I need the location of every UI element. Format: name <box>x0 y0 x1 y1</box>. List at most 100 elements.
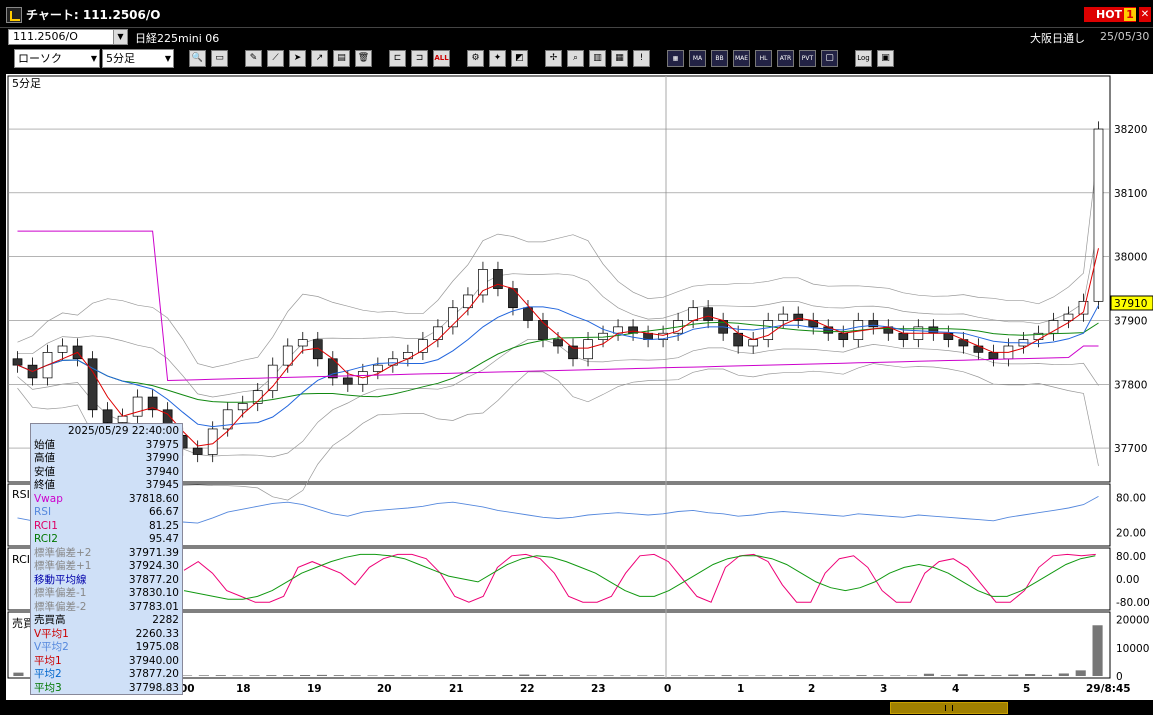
candle-body <box>433 326 443 340</box>
indicator-hl-button[interactable]: HL <box>755 50 772 67</box>
indicator-mae-button[interactable]: MAE <box>733 50 750 67</box>
info-row: V平均2 1975.08 <box>34 641 179 655</box>
candle-right-icon[interactable]: ⊐ <box>411 50 428 67</box>
candle-body <box>117 415 128 423</box>
symbol-code-input[interactable]: 111.2506/O ▼ <box>8 29 128 45</box>
volume-bar <box>907 675 918 676</box>
info-row: 安値 37940 <box>34 466 179 480</box>
volume-bar <box>1092 625 1103 676</box>
axis-tick-label: 80.00 <box>1116 493 1146 505</box>
close-icon[interactable]: ✕ <box>1139 7 1151 22</box>
hot-button[interactable]: HOT 1 <box>1084 7 1136 22</box>
volume-bar <box>654 675 665 676</box>
axis-tick-label: 0 <box>1116 671 1123 683</box>
grid-toggle-icon[interactable]: ▣ <box>877 50 894 67</box>
volume-bar <box>822 675 833 676</box>
axis-tick-label: 10000 <box>1116 643 1149 655</box>
volume-bar <box>772 675 783 676</box>
info-label: 終値 <box>34 479 55 491</box>
rsi-pane-label: RSI <box>12 488 30 501</box>
info-row: RCI1 81.25 <box>34 520 179 534</box>
indicator-atr-button[interactable]: ATR <box>777 50 794 67</box>
volume-bar <box>957 674 968 676</box>
interval-select[interactable]: 5分足 ▼ <box>102 49 174 68</box>
window-titlebar: チャート: 111.2506/O HOT 1 ✕ <box>0 0 1153 28</box>
volume-bar <box>603 675 614 676</box>
wrench-icon[interactable]: ✦ <box>489 50 506 67</box>
candle-body <box>748 339 759 347</box>
volume-bar <box>519 674 530 676</box>
trash-icon[interactable]: 🗑 <box>355 50 372 67</box>
chevron-down-icon[interactable]: ▼ <box>113 30 127 44</box>
info-label: 高値 <box>34 452 55 464</box>
candle-body <box>448 307 458 328</box>
candle-body <box>778 313 789 321</box>
search-chart-icon[interactable]: ⌕ <box>567 50 584 67</box>
candle-body <box>898 332 909 340</box>
info-value: 2260.33 <box>135 627 179 640</box>
volume-bar <box>923 673 935 676</box>
square-icon[interactable]: ▢ <box>821 50 838 67</box>
candle-body <box>688 307 698 321</box>
candle-left-icon[interactable]: ⊏ <box>389 50 406 67</box>
session-label: 大阪日通し <box>1030 32 1085 45</box>
volume-bar <box>738 675 749 676</box>
volume-bar <box>974 674 985 676</box>
scrollbar-thumb[interactable] <box>890 702 1008 714</box>
info-icon[interactable]: ! <box>633 50 650 67</box>
time-tick-label: 1 <box>737 683 744 695</box>
volume-bar <box>283 675 294 676</box>
info-rows: 始値 37975 高値 37990 安値 37940 終値 37945 Vwap 37818.60… <box>34 439 179 696</box>
time-tick-label: 5 <box>1023 683 1030 695</box>
volume-bar <box>367 675 378 676</box>
info-row: 平均1 37940.00 <box>34 655 179 669</box>
chart-area[interactable]: 5分足 RSI RCI 売買 38200 38100 38000 37900 37800… <box>6 74 1153 715</box>
info-label: 売買高 <box>34 614 66 626</box>
volume-bar <box>300 675 311 676</box>
time-tick-label: 22 <box>520 683 535 695</box>
zoom-icon[interactable]: 🔍 <box>189 50 206 67</box>
volume-bar <box>721 675 732 676</box>
volume-bar <box>1008 674 1019 676</box>
volume-bar <box>670 675 682 676</box>
chart-type-select[interactable]: ローソク ▼ <box>14 49 100 68</box>
palette-icon[interactable]: ◩ <box>511 50 528 67</box>
chevron-down-icon: ▼ <box>90 54 97 63</box>
settings-icon[interactable]: ⚙ <box>467 50 484 67</box>
indicator-pvt-button[interactable]: PVT <box>799 50 816 67</box>
horizontal-scrollbar[interactable] <box>0 700 1153 715</box>
volume-bar <box>451 675 462 676</box>
info-datetime: 2025/05/29 22:40:00 <box>67 425 179 437</box>
document-icon[interactable]: ▤ <box>333 50 350 67</box>
line-tool-icon[interactable]: ⟋ <box>267 50 284 67</box>
pencil-icon[interactable]: ✎ <box>245 50 262 67</box>
candle-body <box>222 409 233 430</box>
info-value: 37877.20 <box>128 668 179 680</box>
crosshair-icon[interactable]: ✢ <box>545 50 562 67</box>
price-tick-label: 37800 <box>1114 379 1147 391</box>
info-value: 37971.39 <box>128 546 179 559</box>
bar-chart-icon[interactable]: ▥ <box>589 50 606 67</box>
info-value: 1975.08 <box>135 641 179 653</box>
indicator-ma-button[interactable]: MA <box>689 50 706 67</box>
info-label: 標準偏差+2 <box>34 546 92 559</box>
log-scale-button[interactable]: Log <box>855 50 872 67</box>
indicator-table-icon[interactable]: ▦ <box>667 50 684 67</box>
info-value: 81.25 <box>148 519 179 532</box>
grid-icon[interactable]: ▦ <box>611 50 628 67</box>
time-tick-label: 20 <box>377 683 392 695</box>
volume-bar <box>569 675 580 676</box>
app-chart-icon <box>6 7 22 23</box>
candle-body <box>342 377 353 385</box>
info-label: 標準偏差-1 <box>34 587 87 599</box>
info-value: 37798.83 <box>128 681 179 694</box>
candle-body <box>1093 128 1104 302</box>
arrow-icon[interactable]: ↗ <box>311 50 328 67</box>
info-label: 始値 <box>34 438 55 451</box>
window-icon[interactable]: ▭ <box>211 50 228 67</box>
volume-bar <box>839 675 850 676</box>
cursor-icon[interactable]: ➤ <box>289 50 306 67</box>
all-button[interactable]: ALL <box>433 50 450 67</box>
candle-body <box>1063 313 1074 321</box>
indicator-bb-button[interactable]: BB <box>711 50 728 67</box>
